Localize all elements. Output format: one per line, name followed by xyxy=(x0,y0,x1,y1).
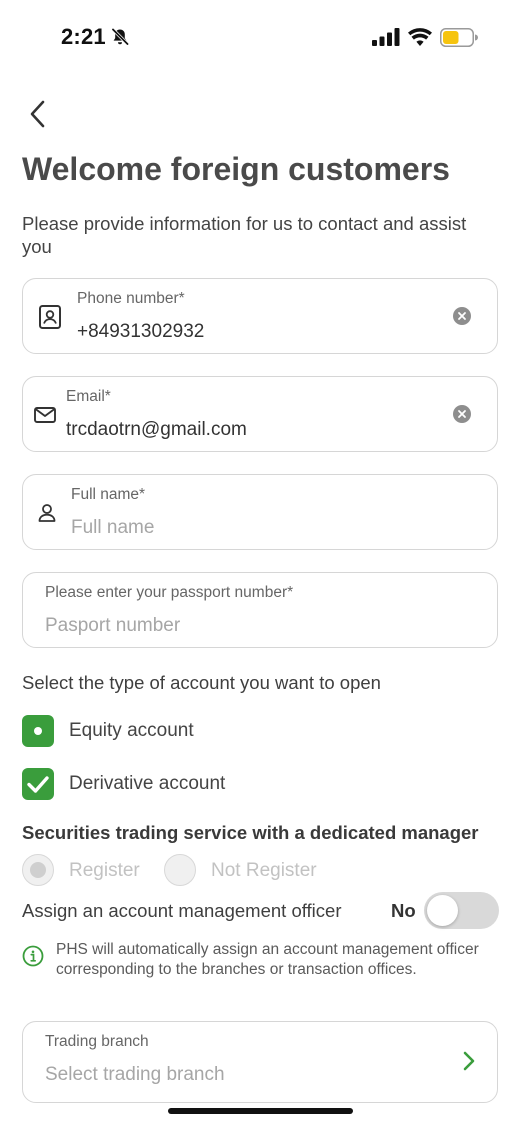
envelope-icon xyxy=(34,407,56,423)
clear-phone-icon[interactable] xyxy=(453,307,471,325)
person-icon xyxy=(38,504,56,522)
checkmark-icon xyxy=(27,776,49,793)
assign-officer-label: Assign an account management officer xyxy=(22,900,342,921)
email-value: trcdaotrn@gmail.com xyxy=(66,419,247,440)
trading-branch-select[interactable]: Trading branch Select trading branch xyxy=(22,1021,498,1103)
phone-number-value: +84931302932 xyxy=(77,321,205,342)
back-button[interactable] xyxy=(24,96,56,132)
equity-account-checkbox[interactable] xyxy=(22,715,54,747)
chevron-left-icon xyxy=(30,100,45,128)
contact-book-icon xyxy=(39,305,61,329)
register-label: Register xyxy=(69,860,140,881)
not-register-label: Not Register xyxy=(211,860,317,881)
home-indicator[interactable] xyxy=(168,1108,353,1114)
trading-branch-placeholder: Select trading branch xyxy=(45,1064,225,1085)
bell-slash-icon xyxy=(111,28,129,46)
register-option[interactable]: Register xyxy=(22,854,152,886)
email-field[interactable]: Email* trcdaotrn@gmail.com xyxy=(22,376,498,452)
wifi-icon xyxy=(408,28,432,46)
derivative-account-checkbox[interactable] xyxy=(22,768,54,800)
clear-email-icon[interactable] xyxy=(453,405,471,423)
phone-number-field[interactable]: Phone number* +84931302932 xyxy=(22,278,498,354)
page-title: Welcome foreign customers xyxy=(22,151,450,187)
cellular-signal-icon xyxy=(372,28,400,46)
phone-number-label: Phone number* xyxy=(77,290,185,307)
passport-input[interactable]: Pasport number xyxy=(45,615,180,637)
selected-dot-icon xyxy=(34,727,42,735)
passport-label: Please enter your passport number* xyxy=(45,584,294,601)
full-name-field[interactable]: Full name* Full name xyxy=(22,474,498,550)
trading-branch-label: Trading branch xyxy=(45,1033,149,1050)
equity-account-option[interactable]: Equity account xyxy=(22,715,262,747)
account-type-heading: Select the type of account you want to o… xyxy=(22,672,381,693)
status-bar: 2:21 xyxy=(0,0,520,75)
not-register-option[interactable]: Not Register xyxy=(164,854,334,886)
info-circle-icon xyxy=(22,945,44,967)
derivative-account-option[interactable]: Derivative account xyxy=(22,768,282,800)
page-subtitle: Please provide information for us to con… xyxy=(22,213,467,257)
derivative-account-label: Derivative account xyxy=(69,773,226,794)
passport-field[interactable]: Please enter your passport number* Paspo… xyxy=(22,572,498,648)
info-note-text: PHS will automatically assign an account… xyxy=(56,941,479,978)
register-radio[interactable] xyxy=(22,854,54,886)
not-register-radio[interactable] xyxy=(164,854,196,886)
email-label: Email* xyxy=(66,388,111,405)
equity-account-label: Equity account xyxy=(69,720,194,741)
full-name-label: Full name* xyxy=(71,486,146,503)
status-time: 2:21 xyxy=(61,24,106,49)
chevron-right-icon xyxy=(463,1051,475,1071)
battery-icon xyxy=(440,28,478,47)
dedicated-manager-heading: Securities trading service with a dedica… xyxy=(22,822,479,843)
radio-selected-dot xyxy=(30,862,46,878)
assign-officer-toggle[interactable] xyxy=(424,892,499,929)
toggle-knob xyxy=(427,895,458,926)
full-name-input[interactable]: Full name xyxy=(71,517,154,539)
assign-officer-state: No xyxy=(391,900,416,921)
